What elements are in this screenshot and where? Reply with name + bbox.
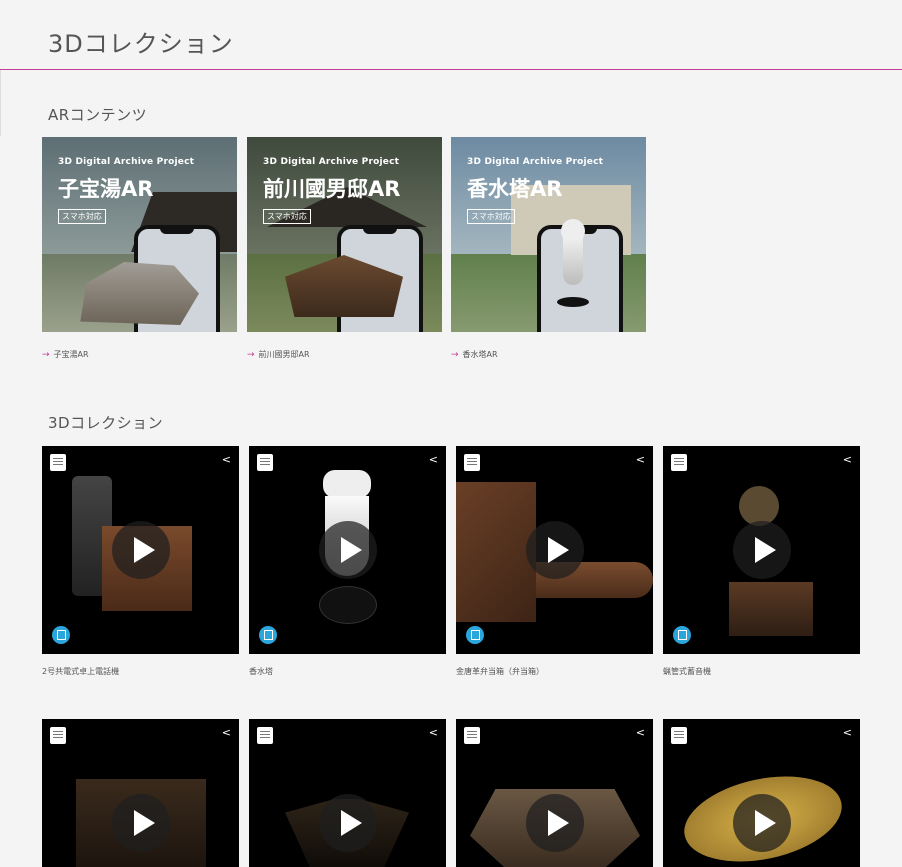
collection-tile-cabinet[interactable]: < bbox=[42, 719, 239, 867]
share-icon[interactable]: < bbox=[636, 727, 645, 738]
3d-viewer-icon[interactable] bbox=[673, 626, 691, 644]
ar-card-maekawa[interactable]: 3D Digital Archive Project 前川國男邸AR スマホ対応 bbox=[247, 137, 442, 332]
ar-project-label: 3D Digital Archive Project bbox=[58, 157, 195, 167]
tower-top bbox=[323, 470, 371, 498]
play-icon[interactable] bbox=[318, 794, 377, 852]
side-divider bbox=[0, 70, 1, 136]
3d-viewer-icon[interactable] bbox=[52, 626, 70, 644]
tokyo-museum-collection-logo bbox=[50, 454, 66, 471]
tokyo-museum-collection-logo bbox=[671, 727, 687, 744]
play-icon[interactable] bbox=[525, 521, 584, 579]
title-divider bbox=[0, 69, 902, 70]
ar-link-maekawa[interactable]: → 前川國男邸AR bbox=[247, 349, 310, 360]
ar-section-heading: ARコンテンツ bbox=[48, 106, 148, 124]
phonograph-horn bbox=[739, 486, 779, 526]
ar-card-perfume-tower[interactable]: 3D Digital Archive Project 香水塔AR スマホ対応 bbox=[451, 137, 646, 332]
ar-link-label: 子宝湯AR bbox=[53, 350, 89, 359]
ar-project-label: 3D Digital Archive Project bbox=[263, 157, 400, 167]
collection-tile-gold-plate[interactable]: < bbox=[663, 719, 860, 867]
collection-tile-lunchbox[interactable]: < bbox=[456, 446, 653, 654]
tile-caption: 2号共電式卓上電話機 bbox=[42, 667, 120, 676]
arrow-right-icon: → bbox=[42, 349, 50, 360]
tokyo-museum-collection-logo bbox=[257, 454, 273, 471]
share-icon[interactable]: < bbox=[222, 727, 231, 738]
smartphone-badge: スマホ対応 bbox=[263, 209, 311, 224]
tokyo-museum-collection-logo bbox=[50, 727, 66, 744]
play-icon[interactable] bbox=[525, 794, 584, 852]
lunchbox-model bbox=[456, 482, 536, 622]
tower-base bbox=[319, 586, 377, 624]
smartphone-badge: スマホ対応 bbox=[58, 209, 106, 224]
ar-card-title: 前川國男邸AR bbox=[263, 177, 401, 201]
collection-tile-room[interactable]: < bbox=[456, 719, 653, 867]
page-title: 3Dコレクション bbox=[48, 30, 234, 58]
collection-tile-phonograph[interactable]: < bbox=[663, 446, 860, 654]
ar-link-label: 前川國男邸AR bbox=[258, 350, 310, 359]
play-icon[interactable] bbox=[732, 521, 791, 579]
play-icon[interactable] bbox=[732, 794, 791, 852]
tile-caption: 香水塔 bbox=[249, 667, 273, 676]
ar-link-kodakarayu[interactable]: → 子宝湯AR bbox=[42, 349, 89, 360]
3d-viewer-icon[interactable] bbox=[466, 626, 484, 644]
tile-caption: 蝋管式蓄音機 bbox=[663, 667, 711, 676]
share-icon[interactable]: < bbox=[843, 727, 852, 738]
collection-section-heading: 3Dコレクション bbox=[48, 414, 164, 432]
ar-card-title: 香水塔AR bbox=[467, 177, 563, 201]
arrow-right-icon: → bbox=[451, 349, 459, 360]
ar-link-label: 香水塔AR bbox=[462, 350, 498, 359]
3d-viewer-icon[interactable] bbox=[259, 626, 277, 644]
tile-caption: 金唐革弁当箱（弁当箱） bbox=[456, 667, 544, 676]
collection-tile-perfume-tower[interactable]: < bbox=[249, 446, 446, 654]
play-icon[interactable] bbox=[111, 794, 170, 852]
ar-project-label: 3D Digital Archive Project bbox=[467, 157, 604, 167]
share-icon[interactable]: < bbox=[429, 454, 438, 465]
play-icon[interactable] bbox=[318, 521, 377, 579]
tower-body bbox=[563, 237, 583, 285]
ar-card-kodakarayu[interactable]: 3D Digital Archive Project 子宝湯AR スマホ対応 bbox=[42, 137, 237, 332]
play-icon[interactable] bbox=[111, 521, 170, 579]
collection-tile-helmet[interactable]: < bbox=[249, 719, 446, 867]
tokyo-museum-collection-logo bbox=[464, 727, 480, 744]
share-icon[interactable]: < bbox=[222, 454, 231, 465]
share-icon[interactable]: < bbox=[636, 454, 645, 465]
tower-base bbox=[557, 297, 589, 307]
ar-link-perfume-tower[interactable]: → 香水塔AR bbox=[451, 349, 498, 360]
ar-card-title: 子宝湯AR bbox=[58, 177, 154, 201]
tokyo-museum-collection-logo bbox=[671, 454, 687, 471]
smartphone-badge: スマホ対応 bbox=[467, 209, 515, 224]
phonograph-base bbox=[729, 582, 813, 636]
arrow-right-icon: → bbox=[247, 349, 255, 360]
share-icon[interactable]: < bbox=[429, 727, 438, 738]
tokyo-museum-collection-logo bbox=[257, 727, 273, 744]
share-icon[interactable]: < bbox=[843, 454, 852, 465]
collection-tile-telephone[interactable]: < bbox=[42, 446, 239, 654]
tokyo-museum-collection-logo bbox=[464, 454, 480, 471]
